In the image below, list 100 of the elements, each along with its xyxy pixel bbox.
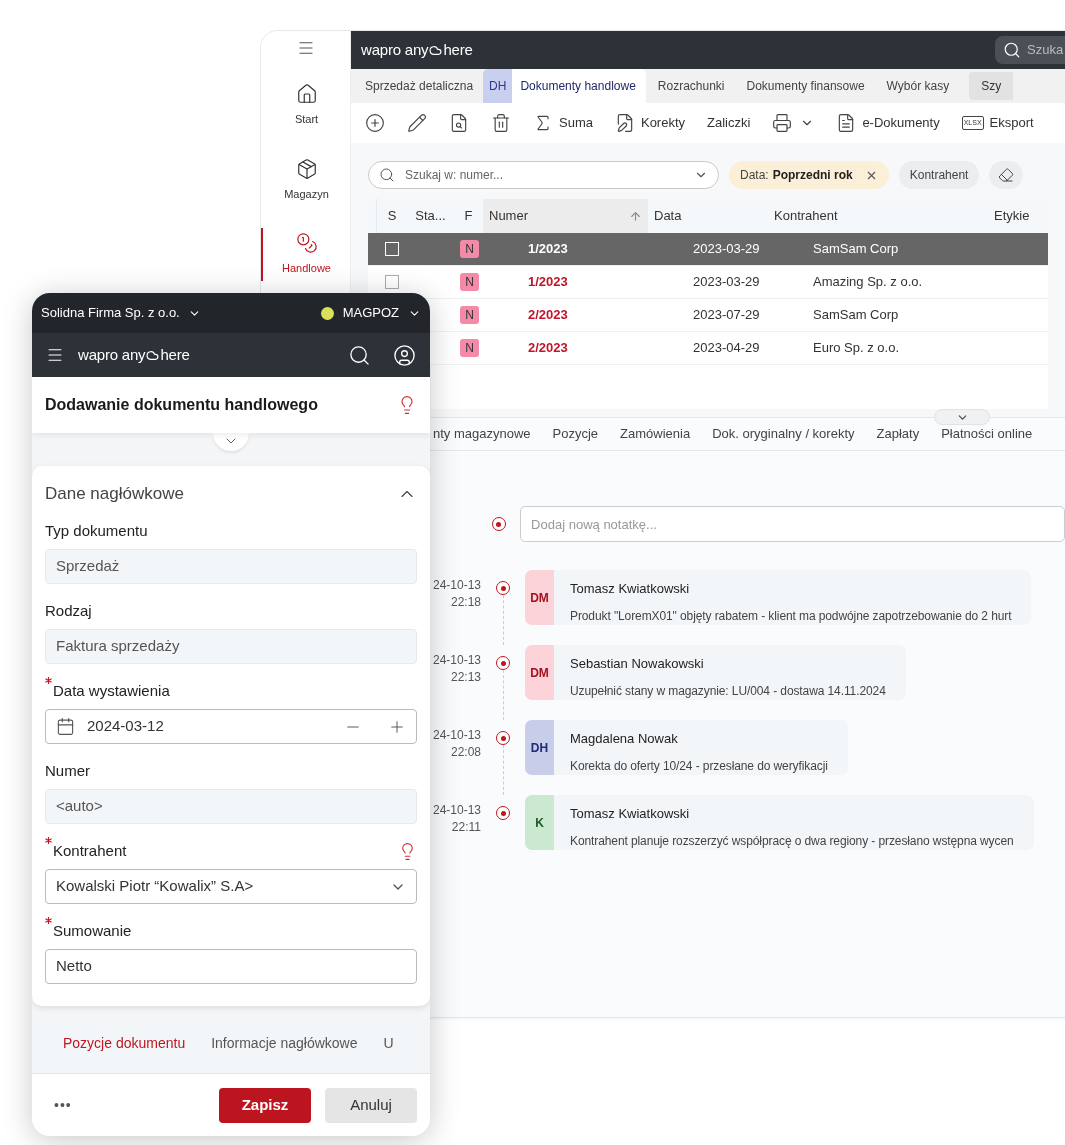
search-field[interactable]: Szuka xyxy=(995,36,1065,64)
contractor-name: Euro Sp. z o.o. xyxy=(812,339,900,358)
printer-icon xyxy=(772,113,793,133)
detail-tab[interactable]: Dok. oryginalny / korekty xyxy=(712,424,855,444)
note-input[interactable]: Dodaj nową notatkę... xyxy=(520,506,1065,542)
tab[interactable]: Informacje nagłówkowe xyxy=(211,1033,358,1054)
warehouse-icon xyxy=(295,157,318,180)
eraser-icon xyxy=(998,167,1015,183)
status-badge: N xyxy=(460,240,479,258)
note-author: Magdalena Nowak xyxy=(570,730,679,748)
save-button[interactable]: Zapisz xyxy=(219,1087,311,1123)
field-label: Typ dokumentu xyxy=(45,520,148,541)
note-time: 22:13 xyxy=(450,669,481,686)
document-date: 2023-03-29 xyxy=(692,273,761,292)
tab[interactable]: Dokumenty finansowe xyxy=(734,69,875,103)
tab[interactable]: Szy xyxy=(969,72,1014,100)
add-button[interactable] xyxy=(365,113,385,133)
column-header[interactable]: Numer xyxy=(483,199,648,233)
company-selector[interactable]: Solidna Firma Sp. z o.o. xyxy=(41,303,201,323)
note-type-badge: DM xyxy=(525,645,554,700)
tab[interactable]: Rozrachunki xyxy=(645,69,735,103)
user-icon[interactable] xyxy=(393,343,416,367)
table-row[interactable]: N 1/2023 2023-03-29 SamSam Corp xyxy=(446,233,1048,265)
input-field[interactable]: Netto xyxy=(45,949,417,984)
column-header[interactable]: S xyxy=(377,199,407,233)
collapse-handle[interactable] xyxy=(934,409,990,425)
document-number: 2/2023 xyxy=(527,306,569,325)
note-text: Produkt "LoremX01" objęty rabatem - klient ma podwójne zapotrzebowanie do 2 hurt xyxy=(570,607,1012,625)
detail-tab[interactable]: nty magazynowe xyxy=(433,424,531,444)
sidebar-item[interactable]: Magazyn xyxy=(261,153,350,206)
more-button[interactable]: ••• xyxy=(54,1094,72,1116)
note-type-badge: DH xyxy=(525,720,554,775)
column-header[interactable]: Sta... xyxy=(407,199,454,233)
toolbar-button[interactable]: e-Dokumenty xyxy=(836,113,940,133)
detail-tab[interactable]: Zapłaty xyxy=(876,424,920,444)
document-number: 2/2023 xyxy=(527,339,569,358)
tab[interactable]: Pozycje dokumentu xyxy=(63,1033,186,1054)
note-type-badge: K xyxy=(525,795,554,850)
detail-tab[interactable]: Zamówienia xyxy=(620,424,691,444)
delete-icon xyxy=(491,113,511,133)
note-date: 24-10-13 xyxy=(432,727,481,744)
contractor-name: SamSam Corp xyxy=(812,240,900,259)
note-text: Uzupełnić stany w magazynie: LU/004 - dostawa 14.11.2024 xyxy=(570,682,886,700)
menu-icon[interactable] xyxy=(46,346,64,364)
document-info-icon xyxy=(449,113,469,133)
field-label: Rodzaj xyxy=(45,600,92,621)
app-logo: wapro any here xyxy=(361,39,473,60)
column-header[interactable]: F xyxy=(454,199,483,233)
tab[interactable]: U xyxy=(383,1033,394,1054)
filter-chip[interactable]: Kontrahent xyxy=(898,161,980,189)
cloud-icon xyxy=(429,43,443,57)
readonly-field: Faktura sprzedaży xyxy=(45,629,417,664)
preview-button[interactable] xyxy=(449,113,469,133)
note-author: Tomasz Kwiatkowski xyxy=(570,805,691,823)
tab-badge: DH xyxy=(483,69,513,103)
field-label: Sumowanie xyxy=(53,920,132,941)
warehouse-selector[interactable]: MAGPOZ xyxy=(320,303,421,323)
document-date: 2023-04-29 xyxy=(692,339,761,358)
detail-tab[interactable]: Pozycje xyxy=(552,424,599,444)
document-number: 1/2023 xyxy=(527,240,569,259)
menu-icon[interactable] xyxy=(296,39,315,57)
field-label: Kontrahent xyxy=(53,840,127,861)
note-text: Korekta do oferty 10/24 - przesłane do weryfikacji xyxy=(570,757,828,775)
section-header[interactable]: Dane nagłówkowe xyxy=(45,466,417,522)
status-badge: N xyxy=(460,306,479,324)
cancel-button[interactable]: Anuluj xyxy=(325,1087,417,1123)
add-icon xyxy=(365,113,385,133)
row-checkbox[interactable] xyxy=(385,275,399,289)
field-label: Data wystawienia xyxy=(53,680,170,701)
note-time: 22:18 xyxy=(450,594,481,611)
toolbar-button[interactable]: Suma xyxy=(533,113,593,133)
status-badge: N xyxy=(460,339,479,357)
required-asterisk-icon xyxy=(45,836,52,844)
field-label: Numer xyxy=(45,760,90,781)
sidebar-item[interactable]: Start xyxy=(261,79,350,132)
column-header[interactable]: Kontrahent xyxy=(768,199,988,233)
tab[interactable]: Sprzedaż detaliczna xyxy=(353,69,484,103)
delete-button[interactable] xyxy=(491,113,511,133)
readonly-field: <auto> xyxy=(45,789,417,824)
note-type-badge: DM xyxy=(525,570,554,625)
clear-filters-button[interactable] xyxy=(989,161,1024,189)
toolbar-button[interactable]: Korekty xyxy=(614,113,686,133)
toolbar-button[interactable]: Zaliczki xyxy=(707,113,751,133)
detail-tab[interactable]: Płatności online xyxy=(941,424,1033,444)
filter-chip[interactable]: Data: Poprzedni rok xyxy=(729,161,889,189)
edit-button[interactable] xyxy=(407,113,427,133)
column-header[interactable]: Data xyxy=(648,199,768,233)
cloud-icon xyxy=(146,348,160,362)
document-date: 2023-03-29 xyxy=(692,240,761,259)
tab[interactable]: DH Dokumenty handlowe xyxy=(483,69,646,103)
note-author: Tomasz Kwiatkowski xyxy=(570,580,691,598)
search-field[interactable]: Szukaj w: numer... xyxy=(368,161,719,189)
select-field[interactable]: Kowalski Piotr “Kowalix” S.A> xyxy=(45,869,417,904)
tab[interactable]: Wybór kasy xyxy=(874,69,960,103)
search-icon[interactable] xyxy=(348,343,371,367)
collapse-handle[interactable] xyxy=(213,433,249,451)
trade-icon xyxy=(295,232,318,254)
contractor-name: SamSam Corp xyxy=(812,306,900,325)
column-header[interactable]: Etykie xyxy=(988,199,1048,233)
search-icon xyxy=(1003,41,1021,59)
